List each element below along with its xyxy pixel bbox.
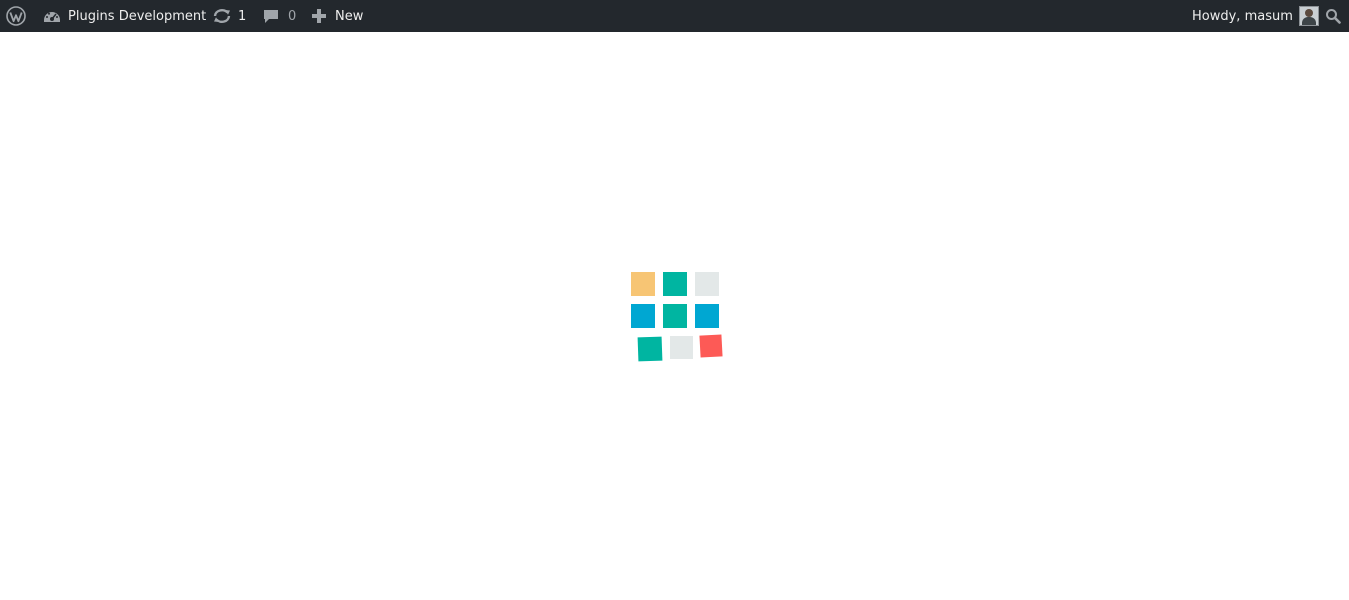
loader-tile (699, 334, 723, 358)
loader-tile (631, 304, 655, 328)
loader-tile (637, 336, 663, 362)
loader-tile (663, 304, 687, 328)
loading-animation (0, 0, 1349, 600)
loader-tile (663, 272, 687, 296)
loader-tile (631, 272, 655, 296)
loader-tile (695, 272, 719, 296)
loader-tile (670, 336, 693, 359)
loader-tile (695, 304, 719, 328)
